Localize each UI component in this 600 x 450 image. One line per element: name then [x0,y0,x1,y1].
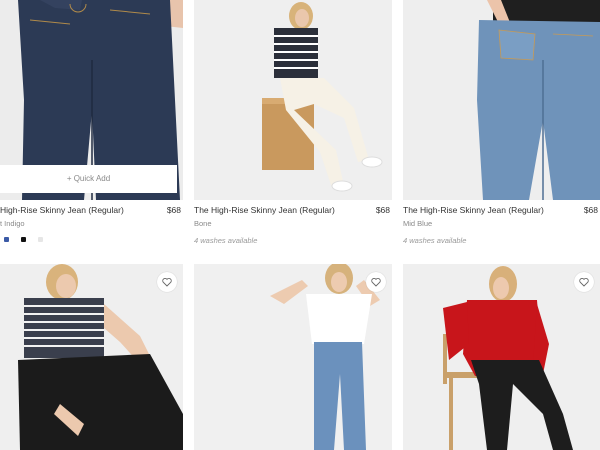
product-name[interactable]: The High-Rise Skinny Jean (Regular) [194,205,335,215]
product-card[interactable]: + Quick Add High-Rise Skinny Jean (Regul… [0,0,183,262]
heart-icon [579,278,589,287]
wishlist-button[interactable] [157,272,177,292]
washes-available[interactable]: 4 washes available [194,236,257,245]
product-card[interactable] [403,264,600,450]
swatch-light[interactable] [38,237,43,242]
product-image[interactable] [403,264,600,450]
product-price: $68 [583,205,598,215]
quick-add-button[interactable]: + Quick Add [0,165,177,193]
product-name[interactable]: High-Rise Skinny Jean (Regular) [0,205,124,215]
product-color: t Indigo [0,219,25,228]
wishlist-button[interactable] [574,272,594,292]
heart-icon [162,278,172,287]
product-card[interactable]: The High-Rise Skinny Jean (Regular) $68 … [194,0,392,262]
heart-icon [371,278,381,287]
swatch-black[interactable] [21,237,26,242]
product-name[interactable]: The High-Rise Skinny Jean (Regular) [403,205,544,215]
product-image[interactable] [0,264,183,450]
washes-available[interactable]: 4 washes available [403,236,466,245]
swatch-blue[interactable] [4,237,9,242]
wishlist-button[interactable] [366,272,386,292]
product-card[interactable] [194,264,392,450]
product-price: $68 [375,205,390,215]
product-image[interactable] [194,264,392,450]
product-card[interactable]: The High-Rise Skinny Jean (Regular) $68 … [403,0,600,262]
product-color: Bone [194,219,212,228]
product-card[interactable] [0,264,183,450]
product-color: Mid Blue [403,219,433,228]
product-image[interactable] [194,0,392,200]
product-image[interactable] [403,0,600,200]
product-price: $68 [166,205,181,215]
